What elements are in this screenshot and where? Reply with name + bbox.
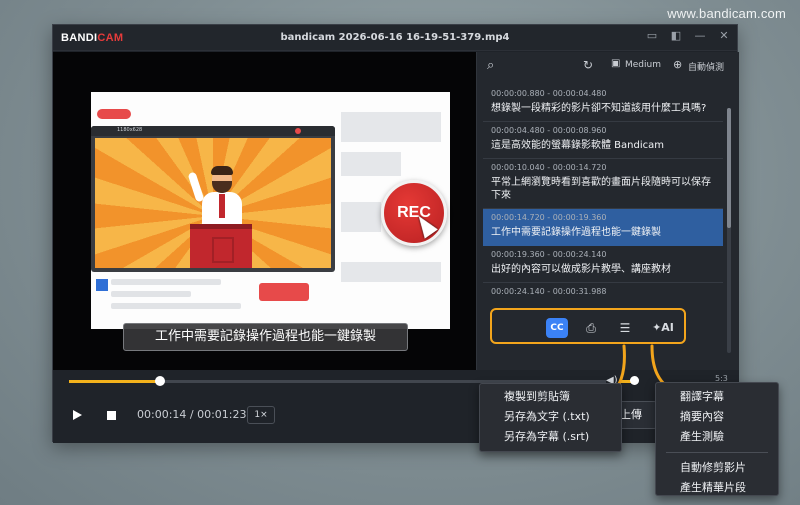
window-title: bandicam 2026-06-16 16-19-51-379.mp4 (280, 32, 510, 43)
transcript-list: 00:00:00.880 - 00:00:04.480 想錄製一段精彩的影片卻不… (483, 85, 723, 306)
placeholder-block (341, 112, 441, 142)
mini-window-titlebar: 1180x628 (91, 126, 335, 136)
folder-icon[interactable]: ▭ (645, 29, 659, 42)
stop-icon[interactable] (107, 411, 116, 420)
player-window: BANDICAM bandicam 2026-06-16 16-19-51-37… (52, 24, 739, 443)
title-bar: BANDICAM bandicam 2026-06-16 16-19-51-37… (53, 25, 737, 51)
transcript-item[interactable]: 00:00:10.040 - 00:00:14.720 平常上網瀏覽時看到喜歡的… (483, 159, 723, 209)
video-frame: 1180x628 REC (91, 92, 450, 329)
transcript-time: 00:00:10.040 - 00:00:14.720 (491, 163, 607, 172)
transcript-time: 00:00:00.880 - 00:00:04.480 (491, 89, 607, 98)
export-text-icon[interactable]: ☰ (614, 318, 636, 338)
cc-button[interactable]: CC (546, 318, 568, 338)
volume-handle[interactable] (630, 376, 639, 385)
menu-item-save-srt[interactable]: 另存為字幕 (.srt) (480, 427, 621, 447)
transcript-time: 00:00:04.480 - 00:00:08.960 (491, 126, 607, 135)
search-icon[interactable]: ⌕ (487, 58, 494, 73)
transcript-item[interactable]: 00:00:04.480 - 00:00:08.960 這是高效能的螢幕錄影軟體… (483, 122, 723, 159)
rec-dot-icon (295, 128, 301, 134)
transcript-text: 工作中需要記錄操作過程也能一鍵錄製 (491, 227, 661, 238)
subtitle-panel-header: ⌕ ↻ ▣ Medium ⊕ 自動偵測 (477, 52, 739, 80)
recording-window-illustration: 1180x628 (91, 126, 335, 272)
transcript-item-active[interactable]: 00:00:14.720 - 00:00:19.360 工作中需要記錄操作過程也… (483, 209, 723, 246)
speaker-scene (95, 138, 331, 268)
export-menu: 複製到剪貼簿 另存為文字 (.txt) 另存為字幕 (.srt) (479, 383, 622, 452)
transcript-text: 想錄製一段精彩的影片卻不知道該用什麼工具嗎? (491, 103, 707, 114)
video-area[interactable]: 1180x628 REC 工作中需要記錄操作過程也能一鍵錄製 (53, 52, 476, 370)
menu-item-copy-clipboard[interactable]: 複製到剪貼簿 (480, 387, 621, 407)
placeholder-line (111, 291, 191, 297)
menu-divider (666, 452, 768, 453)
transcript-time: 00:00:14.720 - 00:00:19.360 (491, 213, 607, 222)
transcript-item[interactable]: 00:00:24.140 - 00:00:31.988 (483, 283, 723, 306)
placeholder-block (341, 152, 401, 176)
transcript-time: 00:00:19.360 - 00:00:24.140 (491, 250, 607, 259)
minimize-icon[interactable]: — (693, 29, 707, 42)
refresh-icon[interactable]: ↻ (583, 58, 593, 72)
placeholder-line (111, 303, 241, 309)
language-select[interactable]: 自動偵測 (688, 60, 724, 73)
ai-label: AI (661, 321, 674, 334)
seek-progress (69, 380, 160, 383)
red-button-illustration (259, 283, 309, 301)
menu-item-translate[interactable]: 翻譯字幕 (656, 387, 778, 407)
subtitle-toolbar: CC ⎙ ☰ ✦AI (490, 308, 686, 344)
transcript-item[interactable]: 00:00:19.360 - 00:00:24.140 出好的內容可以做成影片教… (483, 246, 723, 283)
mini-window-title: 1180x628 (117, 127, 143, 133)
transcript-text: 平常上網瀏覽時看到喜歡的畫面片段隨時可以保存下來 (491, 177, 711, 201)
window-controls: ▭ ◧ — ✕ (645, 29, 731, 42)
transcript-text: 出好的內容可以做成影片教學、講座教材 (491, 264, 671, 275)
ai-button[interactable]: ✦AI (648, 318, 678, 338)
scrollbar-thumb[interactable] (727, 108, 731, 228)
speed-button[interactable]: 1× (247, 406, 275, 424)
transcript-item[interactable]: 00:00:00.880 - 00:00:04.480 想錄製一段精彩的影片卻不… (483, 85, 723, 122)
close-icon[interactable]: ✕ (717, 29, 731, 42)
sparkle-icon: ✦ (652, 321, 662, 334)
placeholder-block (341, 202, 381, 232)
playback-time: 00:00:14 / 00:01:23 (137, 408, 247, 421)
export-video-icon[interactable]: ⎙ (580, 318, 602, 338)
menu-item-highlights[interactable]: 產生精華片段 (656, 478, 778, 498)
globe-icon: ⊕ (673, 58, 683, 71)
blue-square (96, 279, 108, 291)
play-icon[interactable] (73, 410, 82, 420)
seek-handle[interactable] (154, 376, 165, 386)
volume-slider[interactable] (621, 376, 639, 385)
menu-item-auto-trim[interactable]: 自動修剪影片 (656, 458, 778, 478)
panel-toggle-icon[interactable]: ◧ (669, 29, 683, 42)
ai-menu: 翻譯字幕 摘要內容 產生測驗 自動修剪影片 產生精華片段 (655, 382, 779, 496)
speaker-illustration (187, 166, 244, 228)
rec-badge: REC (381, 180, 447, 246)
transcript-text: 這是高效能的螢幕錄影軟體 Bandicam (491, 140, 664, 151)
model-select[interactable]: Medium (625, 60, 661, 70)
placeholder-line (111, 279, 221, 285)
red-pill (97, 109, 131, 119)
menu-item-save-txt[interactable]: 另存為文字 (.txt) (480, 407, 621, 427)
menu-item-quiz[interactable]: 產生測驗 (656, 427, 778, 447)
placeholder-block (341, 262, 441, 282)
chip-icon: ▣ (611, 58, 621, 69)
watermark: www.bandicam.com (667, 6, 786, 21)
menu-item-summarize[interactable]: 摘要內容 (656, 407, 778, 427)
transcript-scrollbar[interactable] (727, 108, 731, 353)
podium-illustration (190, 224, 252, 268)
subtitle-overlay: 工作中需要記錄操作過程也能一鍵錄製 (123, 323, 408, 351)
transcript-time: 00:00:24.140 - 00:00:31.988 (491, 287, 607, 296)
playback-controls: ◀) 5:3 00:00:14 / 00:01:23 1× 上傳 (53, 370, 739, 443)
